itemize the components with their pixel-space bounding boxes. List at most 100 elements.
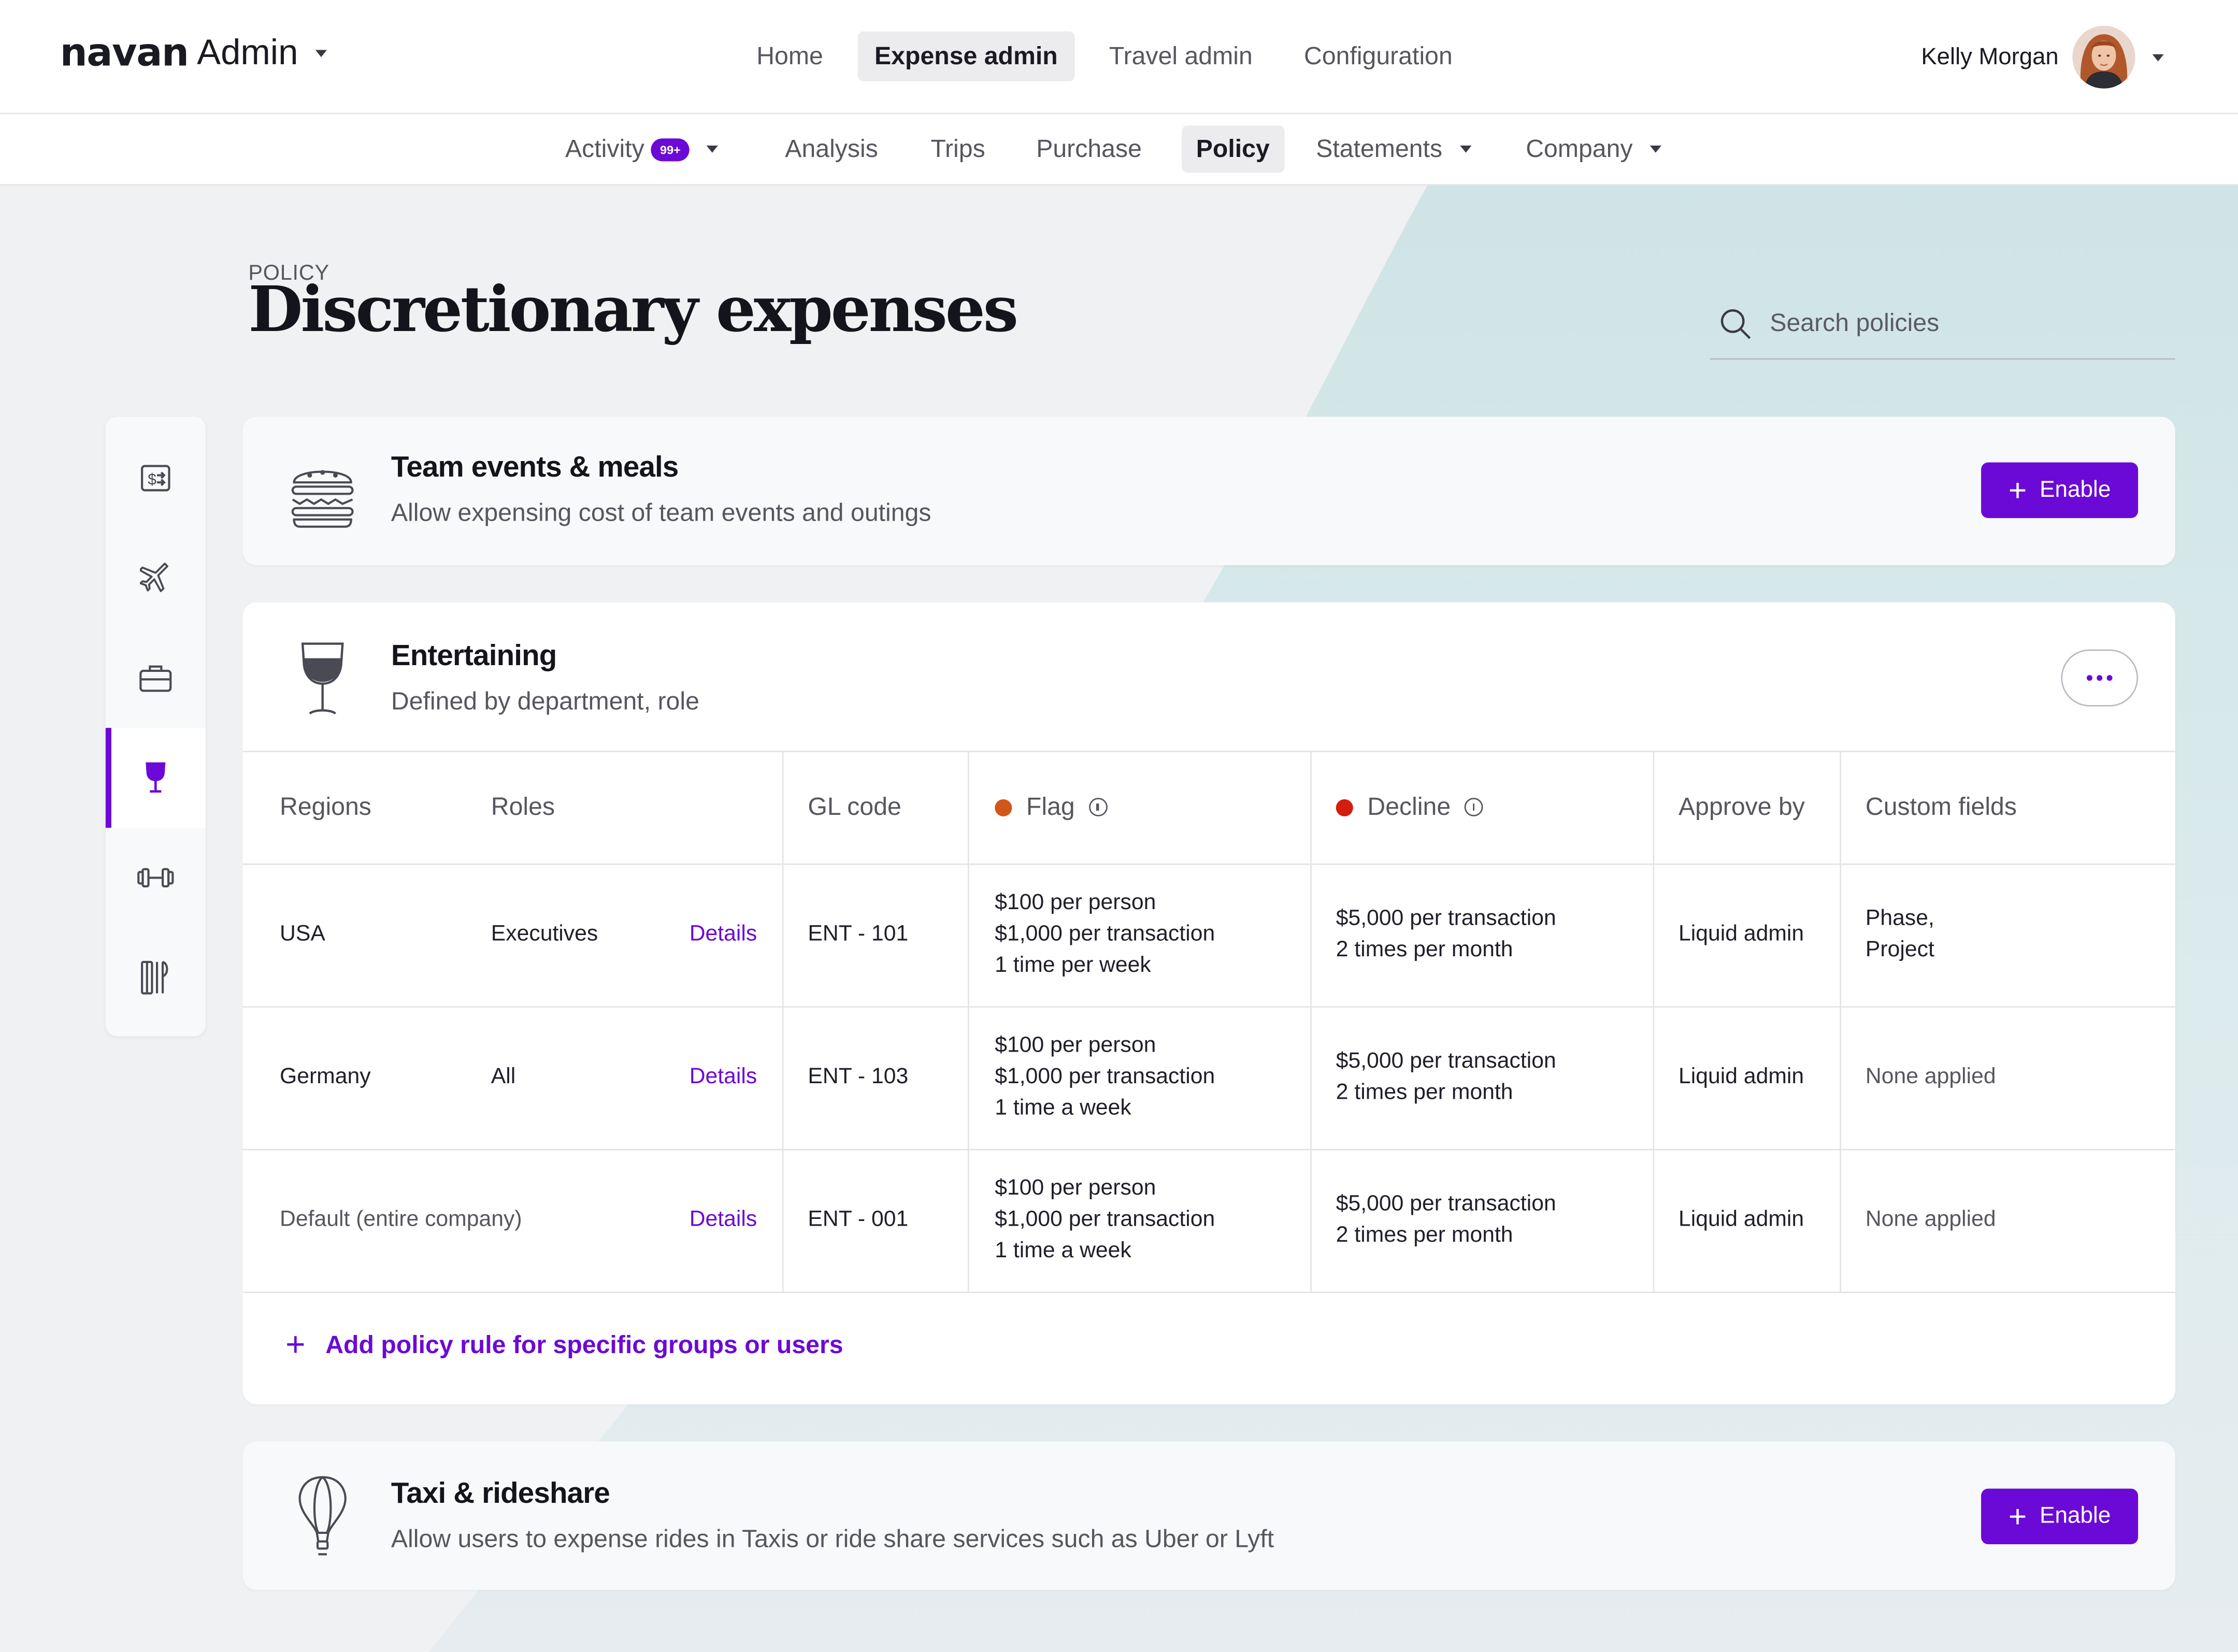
divider: [782, 751, 784, 1294]
subnav-statements-label: Statements: [1316, 134, 1443, 163]
details-link[interactable]: Details: [690, 919, 757, 951]
cell-approve-by: Liquid admin: [1678, 1207, 1804, 1232]
cell-custom-fields: None applied: [1865, 1065, 1996, 1089]
policy-card-entertaining: Entertaining Defined by department, role…: [242, 602, 2175, 1405]
cell-decline: $5,000 per transaction 2 times per month: [1336, 1189, 1556, 1252]
nav-home[interactable]: Home: [739, 32, 840, 81]
add-policy-rule-label: Add policy rule for specific groups or u…: [325, 1330, 843, 1359]
divider: [1310, 751, 1312, 1294]
cell-region: Default (entire company): [279, 1207, 522, 1232]
more-icon: [2086, 675, 2113, 681]
subnav-policy[interactable]: Policy: [1182, 125, 1284, 173]
divider: [242, 1291, 2175, 1294]
decline-line: 2 times per month: [1336, 1223, 1513, 1247]
user-name: Kelly Morgan: [1921, 44, 2059, 69]
divider: [1653, 751, 1655, 1294]
user-menu[interactable]: Kelly Morgan: [1921, 25, 2164, 89]
enable-button-label: Enable: [2040, 1503, 2111, 1528]
col-header-roles: Roles: [491, 792, 555, 821]
rail-item-travel[interactable]: [106, 528, 206, 628]
card-title: Entertaining: [391, 639, 557, 672]
briefcase-icon: [139, 665, 172, 692]
flag-line: $100 per person: [995, 1176, 1156, 1201]
col-header-flag: Flag: [995, 792, 1108, 822]
col-header-regions: Regions: [279, 792, 371, 821]
rail-item-business[interactable]: [106, 628, 206, 728]
add-policy-rule-button[interactable]: + Add policy rule for specific groups or…: [285, 1325, 843, 1364]
cell-region: USA: [279, 922, 325, 946]
rail-item-reimbursement[interactable]: $: [106, 428, 206, 528]
info-icon[interactable]: [1465, 798, 1484, 816]
subnav-trips[interactable]: Trips: [916, 125, 999, 173]
navan-logo: navan: [60, 31, 189, 76]
chevron-down-icon: [706, 146, 718, 153]
subnav-activity[interactable]: Activity 99+: [551, 125, 732, 173]
policy-card-team-events: Team events & meals Allow expensing cost…: [242, 416, 2175, 566]
rail-item-wellness[interactable]: [106, 828, 206, 928]
enable-button[interactable]: + Enable: [1981, 462, 2139, 519]
avatar: [2073, 25, 2136, 89]
search-input[interactable]: [1770, 303, 2156, 343]
cell-flag: $100 per person $1,000 per transaction 1…: [995, 1030, 1215, 1125]
chevron-down-icon: [1459, 146, 1471, 153]
col-header-flag-label: Flag: [1026, 792, 1075, 821]
cell-approve-by: Liquid admin: [1678, 922, 1804, 946]
cell-custom-fields: Phase, Project: [1866, 903, 1934, 966]
details-link[interactable]: Details: [690, 1204, 757, 1236]
rail-item-entertainment[interactable]: [105, 728, 206, 828]
flag-line: $1,000 per transaction: [995, 1065, 1215, 1089]
cell-gl-code: ENT - 001: [808, 1207, 909, 1232]
nav-travel-admin[interactable]: Travel admin: [1092, 32, 1270, 81]
chevron-down-icon: [315, 50, 327, 58]
flag-line: 1 time a week: [995, 1096, 1131, 1121]
cell-custom-fields: None applied: [1865, 1207, 1996, 1232]
enable-button[interactable]: + Enable: [1981, 1488, 2139, 1545]
divider: [242, 1006, 2175, 1008]
cell-decline: $5,000 per transaction 2 times per month: [1336, 903, 1556, 966]
top-bar: navan Admin Home Expense admin Travel ad…: [0, 0, 2238, 114]
subnav-statements[interactable]: Statements: [1302, 125, 1485, 173]
sub-nav: Activity 99+ Analysis Trips Purchase Pol…: [0, 114, 2238, 186]
money-exchange-icon: $: [141, 465, 170, 492]
wine-glass-icon: [301, 642, 344, 715]
decline-dot: [1336, 798, 1353, 816]
col-header-decline: Decline: [1336, 792, 1484, 822]
nav-expense-admin[interactable]: Expense admin: [857, 31, 1075, 82]
details-link[interactable]: Details: [690, 1062, 757, 1094]
divider: [967, 751, 969, 1294]
info-icon[interactable]: [1089, 798, 1108, 816]
subnav-company[interactable]: Company: [1512, 125, 1676, 173]
nav-configuration[interactable]: Configuration: [1287, 32, 1470, 81]
flag-line: $100 per person: [995, 890, 1156, 915]
decline-line: 2 times per month: [1336, 938, 1513, 962]
brand-switcher[interactable]: navan Admin: [60, 32, 327, 76]
flag-line: 1 time per week: [995, 953, 1151, 978]
flag-line: $1,000 per transaction: [995, 922, 1215, 946]
more-options-button[interactable]: [2061, 649, 2139, 707]
enable-button-label: Enable: [2040, 477, 2111, 502]
cell-approve-by: Liquid admin: [1678, 1065, 1804, 1089]
cell-region: Germany: [279, 1065, 371, 1089]
cell-role: All: [491, 1065, 516, 1089]
category-rail: $: [105, 416, 206, 1037]
card-description: Defined by department, role: [391, 686, 699, 715]
plus-icon: +: [285, 1325, 306, 1364]
wine-glass-icon: [146, 762, 166, 793]
col-header-approve-by: Approve by: [1678, 792, 1805, 821]
plus-icon: +: [2008, 471, 2027, 508]
cell-flag: $100 per person $1,000 per transaction 1…: [995, 1173, 1215, 1268]
rail-item-meals[interactable]: [106, 928, 206, 1028]
flag-line: 1 time a week: [995, 1239, 1131, 1263]
flag-dot: [995, 798, 1012, 816]
cell-flag: $100 per person $1,000 per transaction 1…: [995, 888, 1215, 982]
col-header-custom-fields: Custom fields: [1865, 792, 2017, 821]
divider: [242, 863, 2175, 865]
custom-field-line: Project: [1865, 938, 1934, 962]
utensils-icon: [141, 960, 168, 995]
card-title: Team events & meals: [391, 451, 679, 484]
brand-admin-label: Admin: [197, 33, 298, 73]
cell-gl-code: ENT - 101: [808, 922, 909, 946]
custom-field-line: Phase,: [1865, 906, 1934, 931]
subnav-purchase[interactable]: Purchase: [1022, 125, 1156, 173]
subnav-analysis[interactable]: Analysis: [771, 125, 893, 173]
